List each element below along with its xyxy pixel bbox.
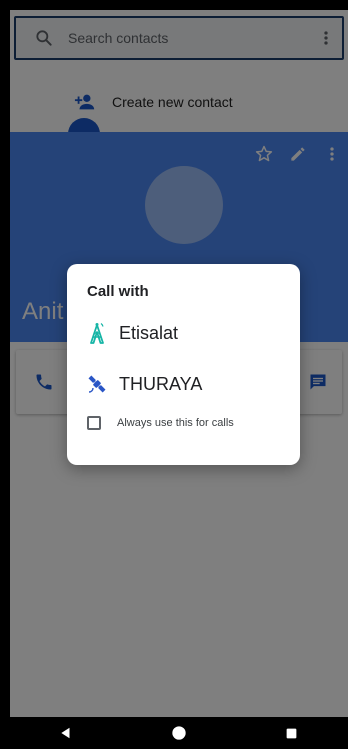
antenna-icon [90, 323, 104, 344]
satellite-icon [88, 375, 106, 393]
home-circle-icon [172, 726, 186, 740]
sim-option-thuraya[interactable]: THURAYA [67, 361, 300, 407]
recents-square-icon [286, 728, 297, 738]
nav-home-button[interactable] [170, 724, 188, 742]
sim-option-etisalat[interactable]: Etisalat [67, 310, 300, 356]
nav-back-button[interactable] [57, 724, 75, 742]
always-use-row[interactable]: Always use this for calls [87, 416, 234, 430]
phone-screen: Search contacts Create new contact [10, 10, 348, 749]
nav-recents-button[interactable] [283, 724, 301, 742]
always-use-label: Always use this for calls [117, 417, 234, 429]
sim-option-label: Etisalat [119, 322, 179, 343]
dialog-title: Call with [87, 283, 149, 300]
always-use-checkbox[interactable] [87, 416, 101, 430]
system-nav-bar [10, 717, 348, 749]
back-triangle-icon [61, 727, 70, 739]
sim-option-label: THURAYA [119, 373, 203, 394]
call-with-dialog: Call with Etisalat THURAYA Always use th… [67, 264, 300, 465]
